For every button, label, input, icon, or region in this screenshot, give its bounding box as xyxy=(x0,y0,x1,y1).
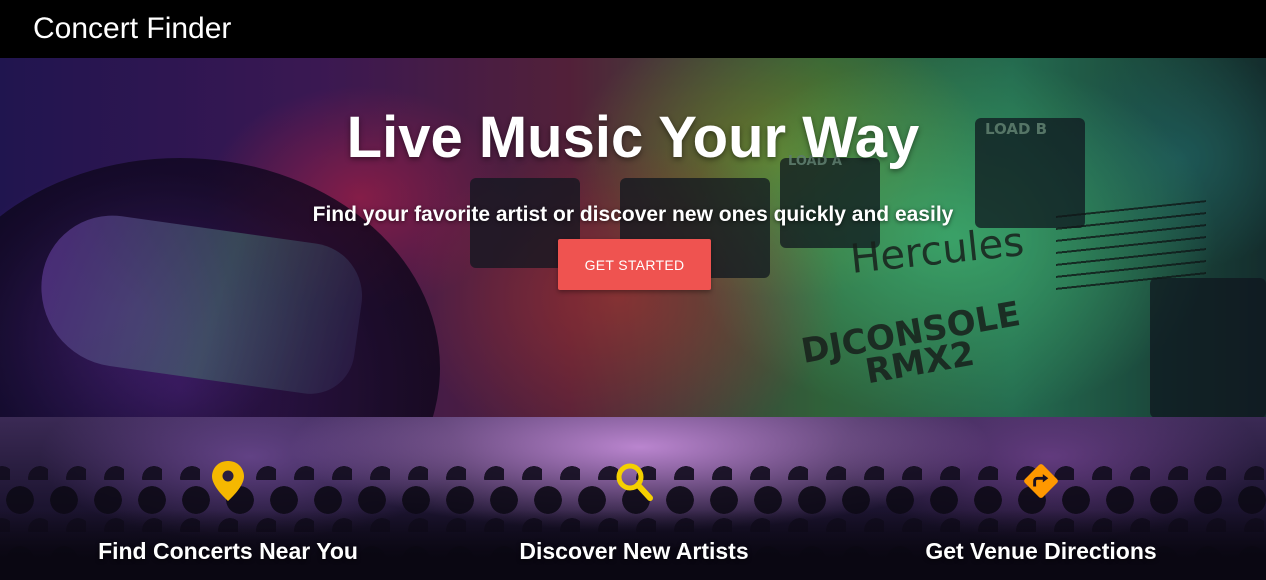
feature-title: Find Concerts Near You xyxy=(98,538,358,564)
hero-subtitle: Find your favorite artist or discover ne… xyxy=(312,203,954,226)
feature-find-concerts: Find Concerts Near You xyxy=(48,459,408,565)
get-started-button[interactable]: GET STARTED xyxy=(558,239,711,290)
search-icon xyxy=(616,463,653,501)
brand-logo[interactable]: Concert Finder xyxy=(33,12,231,46)
location-pin-icon xyxy=(212,461,244,501)
feature-discover-artists: Discover New Artists xyxy=(454,459,814,565)
features-section: Find Concerts Near You Discover New Arti… xyxy=(0,417,1266,580)
hero-title: Live Music Your Way xyxy=(346,105,920,170)
feature-venue-directions: Get Venue Directions xyxy=(861,459,1221,565)
feature-title: Discover New Artists xyxy=(519,538,749,564)
navbar: Concert Finder xyxy=(0,0,1266,58)
feature-title: Get Venue Directions xyxy=(925,538,1157,564)
directions-icon xyxy=(1024,464,1058,498)
hero-section: LOAD B LOAD A Hercules DJCONSOLE RMX2 Li… xyxy=(0,58,1266,417)
